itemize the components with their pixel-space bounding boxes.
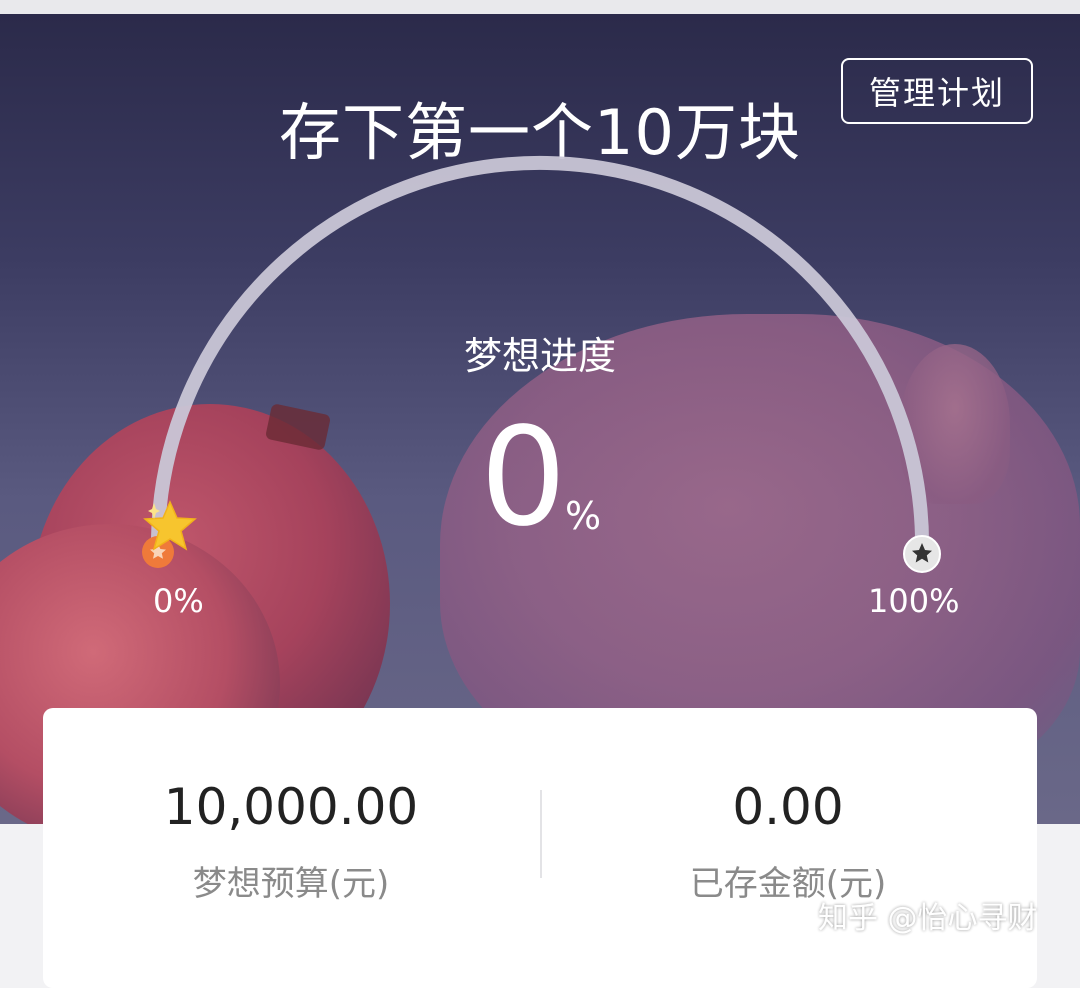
stats-divider — [540, 790, 542, 878]
budget-value: 10,000.00 — [163, 778, 419, 836]
budget-label: 梦想预算(元) — [192, 864, 390, 904]
saved-stat: 0.00 已存金额(元) — [568, 778, 1008, 905]
progress-label: 梦想进度 — [463, 334, 616, 378]
saved-value: 0.00 — [732, 778, 844, 836]
progress-value: 0 — [480, 399, 567, 557]
stats-card: 10,000.00 梦想预算(元) 0.00 已存金额(元) — [43, 708, 1037, 988]
start-marker — [142, 500, 197, 568]
watermark: 知乎 @怡心寻财 — [818, 901, 1038, 936]
end-marker — [903, 535, 941, 573]
progress-unit: % — [565, 494, 602, 538]
budget-stat: 10,000.00 梦想预算(元) — [71, 778, 511, 905]
progress-end-label: 100% — [868, 582, 960, 620]
progress-start-label: 0% — [153, 582, 204, 620]
